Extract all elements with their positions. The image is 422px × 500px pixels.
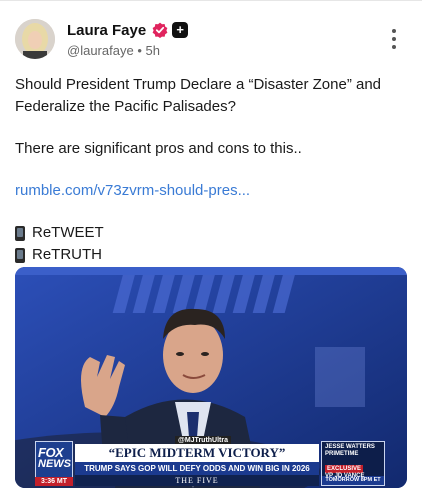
more-options-icon[interactable] [389, 29, 399, 49]
body-statement: There are significant pros and cons to t… [15, 140, 302, 157]
avatar[interactable] [15, 19, 55, 59]
promo-title: JESSE WATTERS PRIMETIME [325, 444, 375, 457]
dot-separator: • [137, 43, 142, 58]
retruth-text: ReTRUTH [32, 246, 102, 263]
plus-badge-icon: + [172, 22, 189, 38]
retweet-text: ReTWEET [32, 224, 104, 241]
handle-row: @laurafaye • 5h [67, 43, 160, 58]
news-chyron: @MJTruthUltra FOX NEWS 3:36 MT “EPIC MID… [15, 436, 407, 488]
chyron-subheadline: TRUMP SAYS GOP WILL DEFY ODDS AND WIN BI… [75, 462, 319, 475]
chyron-headline: “EPIC MIDTERM VICTORY” [75, 444, 319, 462]
promo-guest: VP JD VANCE [325, 473, 365, 479]
handle[interactable]: @laurafaye [67, 43, 134, 58]
body-question: Should President Trump Declare a “Disast… [15, 76, 382, 115]
broadcast-clock: 3:36 MT [35, 477, 73, 486]
show-name: THE FIVE [75, 475, 319, 486]
author-name[interactable]: Laura Faye [67, 22, 146, 39]
share-line-retweet: ReTWEET [15, 222, 410, 244]
post-body: Should President Trump Declare a “Disast… [15, 74, 410, 266]
verified-icon [152, 22, 168, 38]
promo-box: JESSE WATTERS PRIMETIME EXCLUSIVE TOMORR… [321, 441, 385, 486]
promo-exclusive: EXCLUSIVE [325, 465, 364, 473]
fox-news-logo: FOX NEWS [35, 441, 73, 481]
post-header: Laura Faye + @laurafaye • 5h [15, 17, 407, 65]
post-time[interactable]: 5h [146, 43, 160, 58]
rumble-link[interactable]: rumble.com/v73zvrm-should-pres... [15, 182, 250, 199]
top-divider [0, 0, 422, 1]
phone-icon [15, 247, 25, 263]
phone-icon [15, 225, 25, 241]
name-row: Laura Faye + [67, 19, 189, 41]
video-thumbnail[interactable]: @MJTruthUltra FOX NEWS 3:36 MT “EPIC MID… [15, 267, 407, 488]
share-line-retruth: ReTRUTH [15, 244, 410, 266]
